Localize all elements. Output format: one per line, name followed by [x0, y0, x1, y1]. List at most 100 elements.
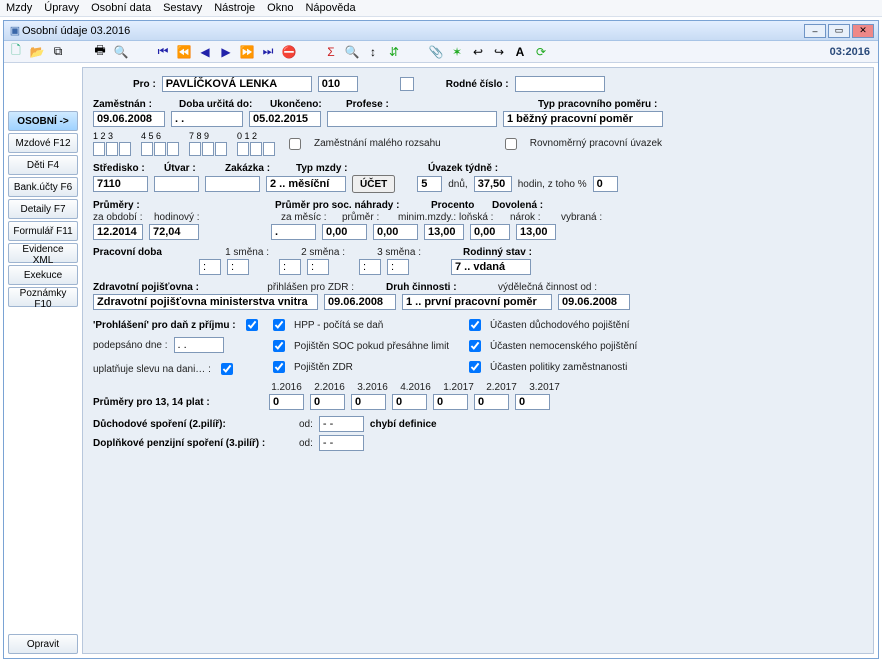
uvazek-pct[interactable]: 0 — [593, 176, 618, 192]
rodinny-val[interactable]: 7 .. vdaná — [451, 259, 531, 275]
back-arrow-icon[interactable]: ↩ — [470, 45, 486, 59]
typ-pomeru[interactable]: 1 běžný pracovní poměr — [503, 111, 663, 127]
sort-icon[interactable]: ↕ — [365, 45, 381, 59]
sidebar-poznamky[interactable]: Poznámky F10 — [8, 287, 78, 307]
uvazek-hod[interactable]: 37,50 — [474, 176, 512, 192]
sidebar-detaily[interactable]: Detaily F7 — [8, 199, 78, 219]
p13v1[interactable]: 0 — [269, 394, 304, 410]
sidebar-osobni[interactable]: OSOBNÍ -> — [8, 111, 78, 131]
numbox[interactable] — [250, 142, 262, 156]
rovnomerny-check[interactable] — [505, 138, 517, 150]
numbox[interactable] — [141, 142, 153, 156]
first-icon[interactable]: ⏮ — [155, 44, 171, 59]
prumer-val[interactable]: 0,00 — [322, 224, 367, 240]
p13v2[interactable]: 0 — [310, 394, 345, 410]
prohl-check[interactable] — [246, 319, 258, 331]
vybrana-val[interactable]: 13,00 — [516, 224, 556, 240]
hpp-check[interactable] — [273, 319, 285, 331]
s1a[interactable]: : — [199, 259, 221, 275]
soc-check[interactable] — [273, 340, 285, 352]
nem-check[interactable] — [469, 340, 481, 352]
next-icon[interactable]: ▶ — [218, 45, 234, 59]
menu-mzdy[interactable]: Mzdy — [6, 2, 32, 14]
rodne-field[interactable] — [515, 76, 605, 92]
menu-okno[interactable]: Okno — [267, 2, 293, 14]
lonska-val[interactable]: 13,00 — [424, 224, 464, 240]
dopln-od[interactable]: - - — [319, 435, 364, 451]
menu-sestavy[interactable]: Sestavy — [163, 2, 202, 14]
narok-val[interactable]: 0,00 — [470, 224, 510, 240]
next-page-icon[interactable]: ⏩ — [239, 45, 255, 59]
doba-date[interactable]: . . — [171, 111, 243, 127]
s2a[interactable]: : — [279, 259, 301, 275]
obdobi-val[interactable]: 12.2014 — [93, 224, 143, 240]
zamestnan-date[interactable]: 09.06.2008 — [93, 111, 165, 127]
utvar-val[interactable] — [154, 176, 199, 192]
stredisko-val[interactable]: 7110 — [93, 176, 148, 192]
attach-icon[interactable]: 📎 — [428, 45, 444, 59]
typ-mzdy-val[interactable]: 2 .. měsíční — [266, 176, 346, 192]
numbox[interactable] — [202, 142, 214, 156]
zdr-check[interactable] — [273, 361, 285, 373]
vyd-date[interactable]: 09.06.2008 — [558, 294, 630, 310]
sidebar-bank[interactable]: Bank.účty F6 — [8, 177, 78, 197]
fwd-arrow-icon[interactable]: ↪ — [491, 45, 507, 59]
filter-icon[interactable]: ⇵ — [386, 45, 402, 59]
sidebar-evidence[interactable]: Evidence XML — [8, 243, 78, 263]
sidebar-formular[interactable]: Formulář F11 — [8, 221, 78, 241]
ucet-button[interactable]: ÚČET — [352, 175, 395, 193]
numbox[interactable] — [215, 142, 227, 156]
sidebar-opravit[interactable]: Opravit — [8, 634, 78, 654]
maximize-button[interactable]: ▭ — [828, 24, 850, 38]
numbox[interactable] — [263, 142, 275, 156]
numbox[interactable] — [189, 142, 201, 156]
stop-icon[interactable]: ⛔ — [281, 45, 297, 59]
s3a[interactable]: : — [359, 259, 381, 275]
profese-field[interactable] — [327, 111, 497, 127]
minim-val[interactable]: 0,00 — [373, 224, 418, 240]
numbox[interactable] — [237, 142, 249, 156]
pro-checkbox[interactable] — [400, 77, 414, 91]
zam-check[interactable] — [469, 361, 481, 373]
p13v5[interactable]: 0 — [433, 394, 468, 410]
numbox[interactable] — [119, 142, 131, 156]
s2b[interactable]: : — [307, 259, 329, 275]
druh-val[interactable]: 1 .. první pracovní poměr — [402, 294, 552, 310]
ukonceno-date[interactable]: 05.02.2015 — [249, 111, 321, 127]
zp-val[interactable]: Zdravotní pojišťovna ministerstva vnitra — [93, 294, 318, 310]
s3b[interactable]: : — [387, 259, 409, 275]
s1b[interactable]: : — [227, 259, 249, 275]
uplatnuje-check[interactable] — [221, 363, 233, 375]
menu-napoveda[interactable]: Nápověda — [305, 2, 355, 14]
mesic-val[interactable]: . — [271, 224, 316, 240]
close-button[interactable]: ✕ — [852, 24, 874, 38]
p13v4[interactable]: 0 — [392, 394, 427, 410]
sidebar-deti[interactable]: Děti F4 — [8, 155, 78, 175]
tools-icon[interactable]: ✶ — [449, 45, 465, 59]
zp-date[interactable]: 09.06.2008 — [324, 294, 396, 310]
zakazka-val[interactable] — [205, 176, 260, 192]
prev-icon[interactable]: ◀ — [197, 45, 213, 59]
menu-upravy[interactable]: Úpravy — [44, 2, 79, 14]
p13v7[interactable]: 0 — [515, 394, 550, 410]
sum-icon[interactable]: Σ — [323, 45, 339, 59]
copy-icon[interactable]: ⧉ — [50, 44, 66, 59]
minimize-button[interactable]: – — [804, 24, 826, 38]
numbox[interactable] — [106, 142, 118, 156]
refresh-icon[interactable]: ⟳ — [533, 45, 549, 59]
p13v6[interactable]: 0 — [474, 394, 509, 410]
numbox[interactable] — [154, 142, 166, 156]
new-icon[interactable]: 🗋 — [8, 41, 24, 62]
uvazek-dnu[interactable]: 5 — [417, 176, 442, 192]
open-icon[interactable]: 📂 — [29, 45, 45, 59]
sidebar-mzdove[interactable]: Mzdové F12 — [8, 133, 78, 153]
sidebar-exekuce[interactable]: Exekuce — [8, 265, 78, 285]
print-icon[interactable]: 🖶 — [92, 41, 108, 62]
font-icon[interactable]: A — [512, 45, 528, 59]
duch-od[interactable]: - - — [319, 416, 364, 432]
podepsano-val[interactable]: . . — [174, 337, 224, 353]
menu-osobni-data[interactable]: Osobní data — [91, 2, 151, 14]
pro-num[interactable]: 010 — [318, 76, 358, 92]
numbox[interactable] — [93, 142, 105, 156]
duch-check[interactable] — [469, 319, 481, 331]
